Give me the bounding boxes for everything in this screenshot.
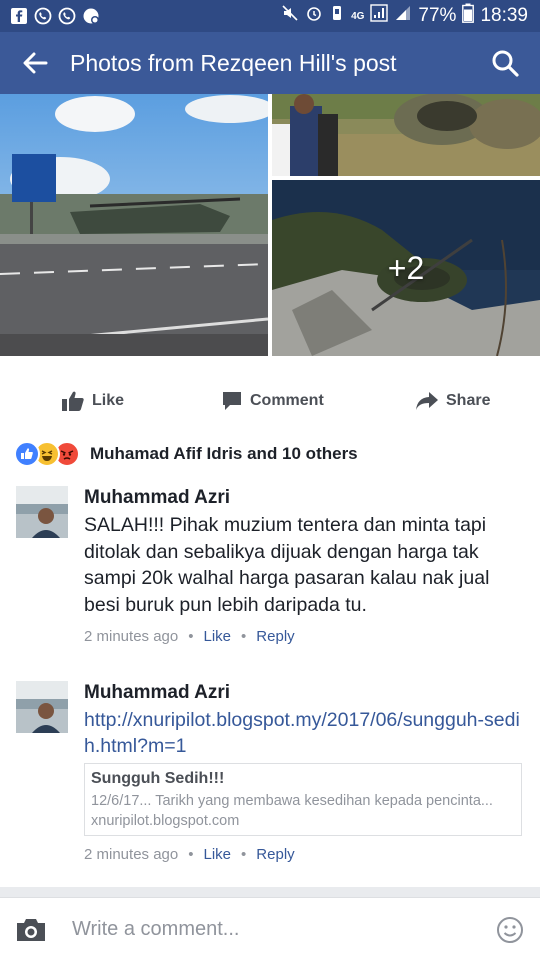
like-button[interactable]: Like (62, 391, 124, 411)
clock: 18:39 (480, 5, 528, 26)
link-preview-domain: xnuripilot.blogspot.com (91, 813, 240, 829)
photo-grid: +2 (0, 94, 540, 356)
photo-highway-helicopter[interactable] (0, 94, 268, 356)
like-reaction-icon (14, 441, 40, 467)
reactions-text: Muhamad Afif Idris and 10 others (90, 444, 358, 463)
smiley-icon (497, 916, 523, 943)
separator-dot: • (188, 846, 194, 863)
signal-strength-icon (394, 4, 412, 28)
post-actions: Like Comment Share (0, 380, 540, 422)
comment-link-text[interactable]: http://xnuripilot.blogspot.my/2017/06/su… (84, 709, 520, 757)
comment-author[interactable]: Muhammad Azri (84, 486, 524, 510)
share-label: Share (446, 392, 491, 409)
separator-dot: • (241, 846, 247, 863)
comment-meta: 2 minutes ago • Like • Reply (84, 846, 524, 863)
whatsapp-notification-icon (34, 7, 52, 25)
page-title: Photos from Rezqeen Hill's post (70, 49, 397, 76)
signal-icon (370, 4, 389, 28)
comment-time: 2 minutes ago (84, 628, 179, 645)
whatsapp-notification-icon (58, 7, 76, 25)
comment-time: 2 minutes ago (84, 846, 179, 863)
like-label: Like (92, 392, 125, 409)
thumbs-up-icon (62, 391, 84, 411)
app-bar: Photos from Rezqeen Hill's post (0, 32, 540, 94)
separator-dot: • (241, 628, 247, 645)
battery-level: 77% (418, 5, 457, 26)
network-type-indicator: 4G (351, 10, 365, 22)
share-arrow-icon (416, 392, 438, 410)
separator-dot: • (188, 628, 194, 645)
mute-icon (281, 4, 299, 28)
comment-like-button[interactable]: Like (204, 628, 232, 645)
battery-icon (462, 3, 475, 29)
reactions-summary[interactable]: Muhamad Afif Idris and 10 others (14, 440, 358, 468)
photo-crash-site-cliff[interactable]: +2 (272, 180, 540, 356)
divider (0, 887, 540, 897)
link-preview-description: 12/6/17... Tarikh yang membawa kesedihan… (91, 793, 493, 809)
status-bar: 4G 77% 18:39 (0, 0, 540, 32)
share-button[interactable]: Share (416, 392, 490, 410)
vibrate-icon (329, 4, 345, 28)
comment-link[interactable]: http://xnuripilot.blogspot.my/2017/06/su… (84, 707, 524, 759)
comment-text: SALAH!!! Pihak muzium tentera dan minta … (84, 514, 490, 616)
comment-meta: 2 minutes ago • Like • Reply (84, 628, 524, 645)
link-preview-title: Sungguh Sedih!!! (91, 770, 225, 787)
camera-icon (17, 918, 45, 941)
search-button[interactable] (470, 32, 540, 94)
comment-reply-button[interactable]: Reply (256, 628, 294, 645)
search-icon (492, 50, 519, 77)
comment-icon (223, 392, 241, 410)
arrow-left-icon (23, 52, 48, 74)
alarm-icon (305, 4, 323, 28)
comment-button[interactable]: Comment (222, 391, 324, 411)
comment-reply-button[interactable]: Reply (256, 846, 294, 863)
back-button[interactable] (0, 32, 70, 94)
link-preview-card[interactable]: Sungguh Sedih!!! 12/6/17... Tarikh yang … (84, 763, 522, 836)
avatar[interactable] (16, 681, 68, 733)
comment-input[interactable]: Write a comment... (62, 918, 480, 941)
app-notification-icon (82, 7, 100, 25)
photo-wreckage-people[interactable] (272, 94, 540, 176)
comment-label: Comment (250, 392, 324, 409)
camera-button[interactable] (0, 917, 62, 943)
comment-like-button[interactable]: Like (204, 846, 232, 863)
avatar[interactable] (16, 486, 68, 538)
more-photos-count[interactable]: +2 (272, 180, 540, 356)
comment-author[interactable]: Muhammad Azri (84, 681, 524, 705)
facebook-notification-icon (10, 7, 28, 25)
sticker-button[interactable] (480, 916, 540, 944)
comment-composer: Write a comment... (0, 897, 540, 961)
